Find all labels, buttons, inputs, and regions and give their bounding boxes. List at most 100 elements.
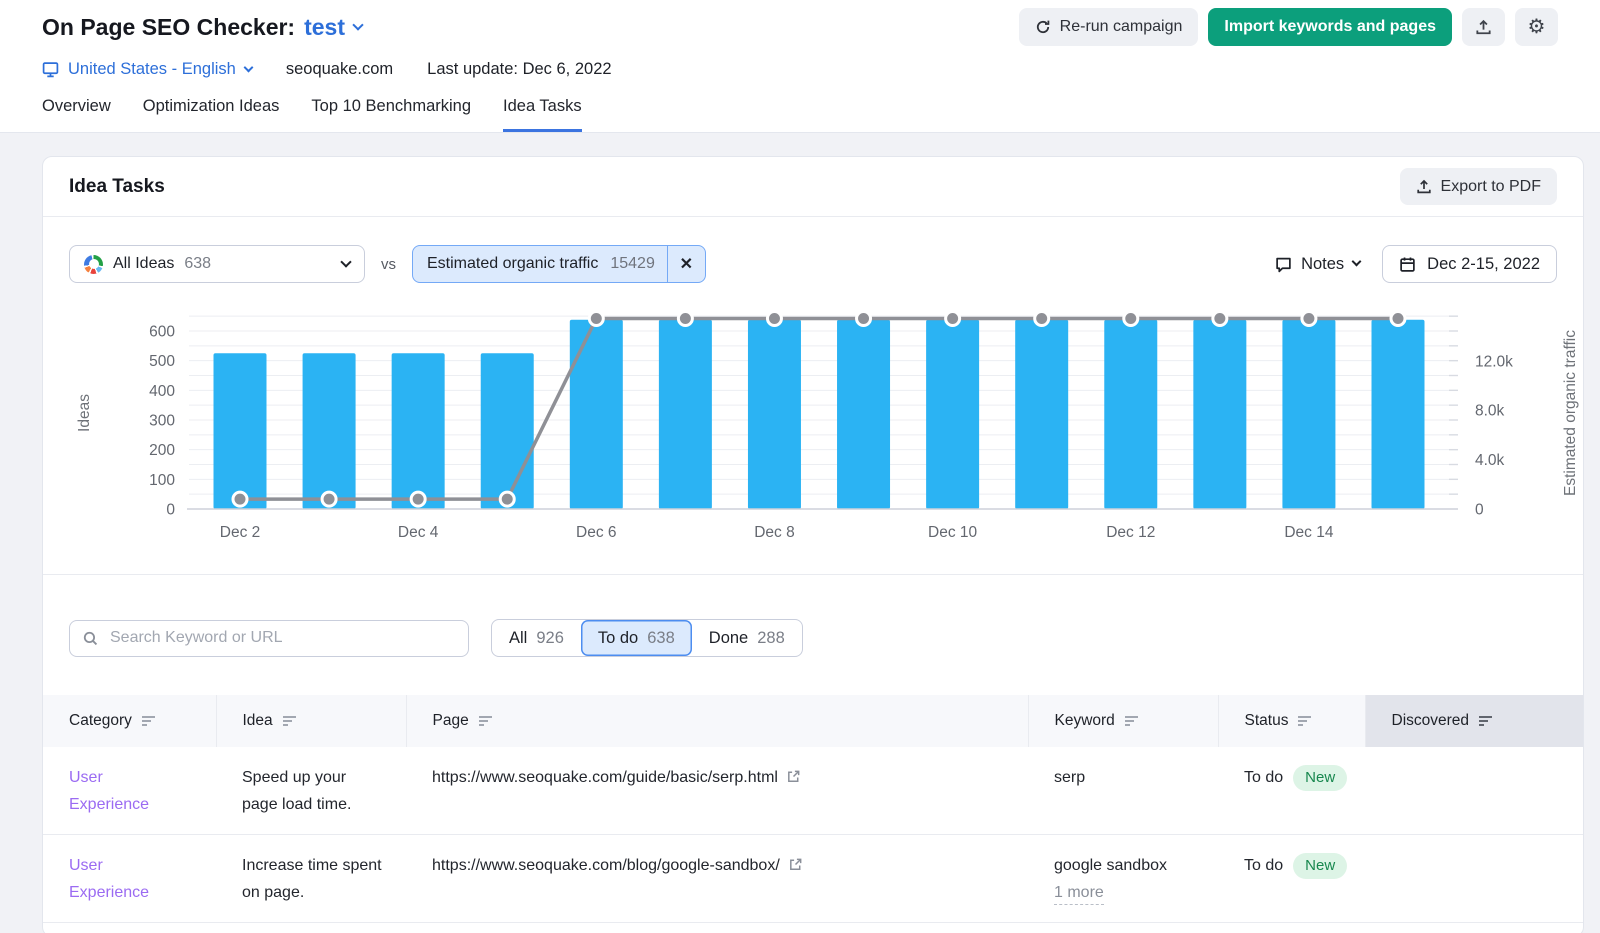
- traffic-point: [1213, 311, 1227, 325]
- chevron-down-icon: [1352, 257, 1362, 267]
- traffic-point: [1302, 311, 1316, 325]
- category-link[interactable]: User Experience: [69, 764, 169, 818]
- column-header-discovered[interactable]: Discovered: [1365, 695, 1583, 747]
- table-row: User Experience Speed up your page load …: [43, 747, 1583, 835]
- campaign-selector[interactable]: test: [304, 14, 362, 41]
- svg-text:500: 500: [149, 353, 175, 370]
- new-badge: New: [1293, 765, 1347, 791]
- ideas-bar: [214, 353, 267, 509]
- status-text: To do: [1244, 769, 1283, 786]
- notes-label: Notes: [1301, 255, 1344, 274]
- date-range-picker[interactable]: Dec 2-15, 2022: [1382, 245, 1557, 283]
- tab-idea-tasks[interactable]: Idea Tasks: [503, 97, 582, 132]
- sort-icon: [1298, 715, 1312, 727]
- column-header-idea[interactable]: Idea: [216, 695, 406, 747]
- left-axis-title: Ideas: [76, 394, 93, 432]
- refresh-icon: [1035, 19, 1051, 35]
- ideas-filter-count: 638: [184, 255, 211, 273]
- ideas-filter-dropdown[interactable]: All Ideas 638: [69, 245, 365, 283]
- more-keywords-link[interactable]: 1 more: [1054, 882, 1104, 905]
- ideas-bar: [392, 353, 445, 509]
- traffic-point: [1124, 311, 1138, 325]
- share-export-button[interactable]: [1462, 8, 1505, 46]
- ideas-bar: [303, 353, 356, 509]
- svg-text:Dec 2: Dec 2: [220, 524, 261, 541]
- svg-text:100: 100: [149, 472, 175, 489]
- remove-metric-button[interactable]: ✕: [667, 246, 705, 282]
- filter-all-label: All: [509, 629, 527, 648]
- traffic-point: [946, 311, 960, 325]
- search-icon: [82, 630, 99, 647]
- external-link-icon[interactable]: [786, 769, 801, 784]
- svg-text:0: 0: [1475, 502, 1484, 519]
- import-keywords-label: Import keywords and pages: [1224, 18, 1436, 36]
- metric-chip: Estimated organic traffic 15429 ✕: [412, 245, 706, 283]
- nav-tabs: Overview Optimization Ideas Top 10 Bench…: [42, 97, 1558, 132]
- calendar-icon: [1399, 256, 1416, 273]
- ideas-donut-icon: [84, 255, 103, 274]
- column-header-status[interactable]: Status: [1218, 695, 1365, 747]
- search-input[interactable]: [69, 620, 469, 657]
- chevron-down-icon: [340, 256, 351, 267]
- ideas-bar: [1372, 320, 1425, 509]
- discovered-cell: [1365, 835, 1583, 923]
- keyword-cell: serp: [1028, 747, 1218, 835]
- upload-icon: [1416, 179, 1432, 195]
- locale-selector[interactable]: United States - English: [42, 60, 252, 79]
- notes-icon: [1275, 256, 1292, 273]
- column-header-keyword[interactable]: Keyword: [1028, 695, 1218, 747]
- page-url[interactable]: https://www.seoquake.com/blog/google-san…: [432, 857, 780, 874]
- new-badge: New: [1293, 853, 1347, 879]
- upload-icon: [1475, 19, 1492, 36]
- date-range-label: Dec 2-15, 2022: [1427, 255, 1540, 274]
- traffic-point: [589, 311, 603, 325]
- keyword-cell: google sandbox1 more: [1028, 835, 1218, 923]
- ideas-bar: [837, 320, 890, 509]
- tab-overview[interactable]: Overview: [42, 97, 111, 132]
- idea-cell: Speed up your page load time.: [216, 747, 406, 835]
- notes-dropdown[interactable]: Notes: [1275, 255, 1360, 274]
- import-keywords-button[interactable]: Import keywords and pages: [1208, 8, 1452, 46]
- gear-icon: ⚙: [1528, 17, 1546, 37]
- status-cell: To doNew: [1218, 835, 1365, 923]
- svg-text:Dec 6: Dec 6: [576, 524, 617, 541]
- external-link-icon[interactable]: [788, 857, 803, 872]
- ideas-bar: [481, 353, 534, 509]
- discovered-cell: [1365, 747, 1583, 835]
- category-link[interactable]: User Experience: [69, 852, 169, 906]
- filter-done-label: Done: [709, 629, 748, 648]
- rerun-campaign-button[interactable]: Re-run campaign: [1019, 8, 1199, 46]
- column-header-page[interactable]: Page: [406, 695, 1028, 747]
- ideas-bar: [1193, 320, 1246, 509]
- traffic-point: [322, 492, 336, 506]
- chevron-down-icon: [243, 62, 253, 72]
- filter-done[interactable]: Done 288: [692, 620, 802, 656]
- filter-todo[interactable]: To do 638: [581, 620, 692, 656]
- card-title: Idea Tasks: [69, 176, 165, 198]
- metric-chip-label: Estimated organic traffic: [413, 255, 610, 273]
- export-pdf-label: Export to PDF: [1441, 178, 1541, 196]
- page-url[interactable]: https://www.seoquake.com/guide/basic/ser…: [432, 769, 778, 786]
- metric-chip-value: 15429: [610, 255, 667, 273]
- svg-text:Dec 10: Dec 10: [928, 524, 977, 541]
- tab-optimization-ideas[interactable]: Optimization Ideas: [143, 97, 280, 132]
- vs-label: vs: [381, 256, 396, 273]
- ideas-bar: [659, 320, 712, 509]
- tab-top10-benchmarking[interactable]: Top 10 Benchmarking: [311, 97, 471, 132]
- campaign-name: test: [304, 14, 345, 41]
- status-cell: To do New: [1218, 747, 1365, 835]
- filter-todo-label: To do: [598, 629, 638, 648]
- svg-text:0: 0: [166, 502, 175, 519]
- column-header-category[interactable]: Category: [43, 695, 216, 747]
- svg-text:Dec 14: Dec 14: [1284, 524, 1333, 541]
- filter-done-count: 288: [757, 629, 785, 648]
- export-pdf-button[interactable]: Export to PDF: [1400, 168, 1557, 205]
- traffic-point: [767, 311, 781, 325]
- filter-all-count: 926: [536, 629, 564, 648]
- settings-button[interactable]: ⚙: [1515, 8, 1558, 46]
- filter-all[interactable]: All 926: [492, 620, 581, 656]
- svg-text:Dec 8: Dec 8: [754, 524, 795, 541]
- ideas-bar: [748, 320, 801, 509]
- ideas-table: Category Idea Page Keyword Status Discov…: [43, 695, 1583, 923]
- table-row: User Experience Increase time spent on p…: [43, 835, 1583, 923]
